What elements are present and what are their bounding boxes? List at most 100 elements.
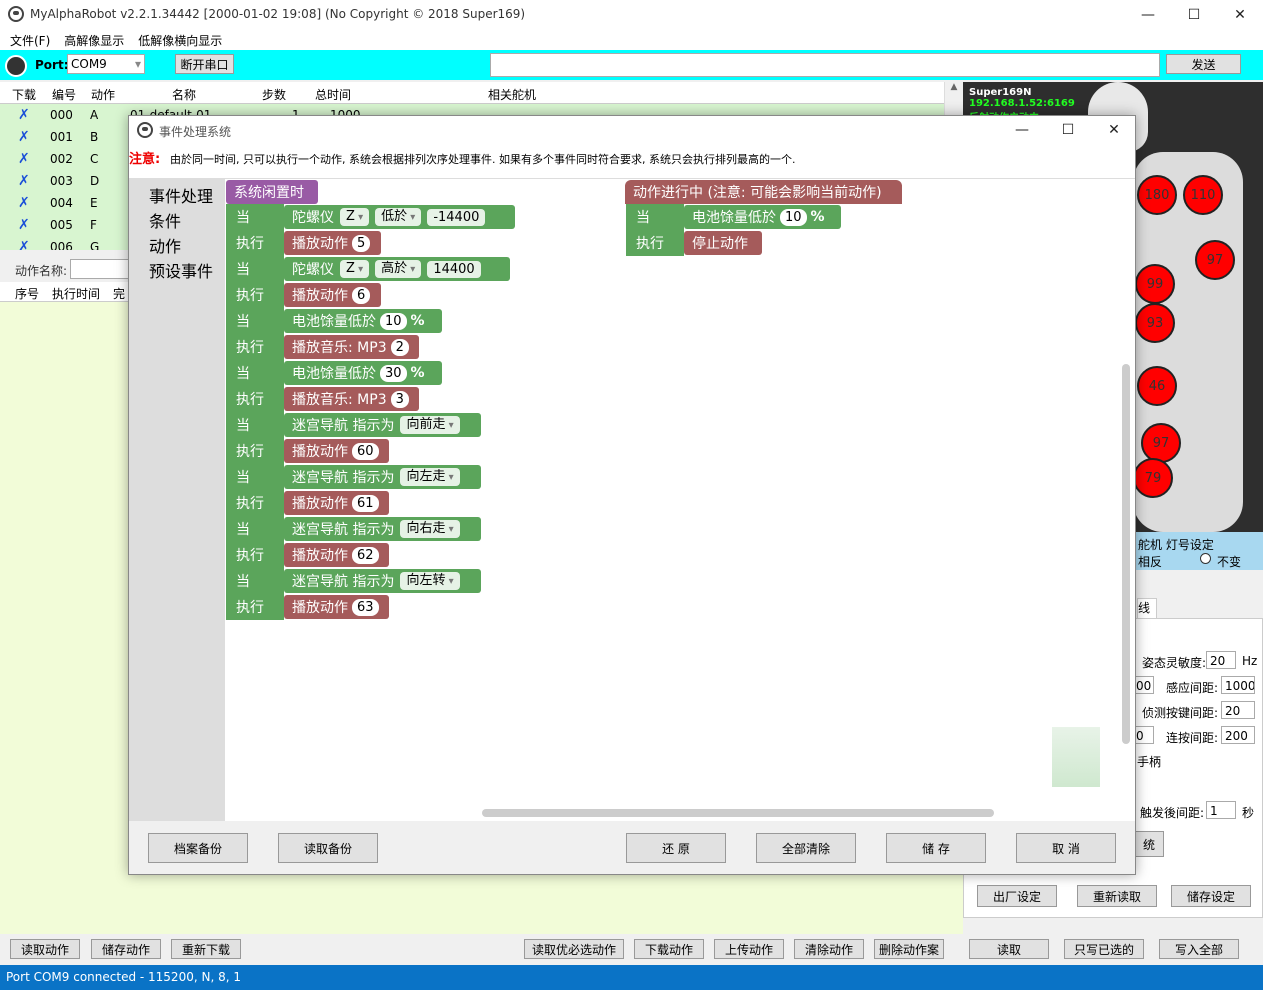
redownload-button[interactable]: 重新下载 bbox=[171, 939, 241, 959]
action-name-input[interactable] bbox=[70, 259, 130, 279]
block-workspace[interactable]: 事件处理 条件 动作 预设事件 系统闲置时 当 陀螺仪Z低於-14400 执行 … bbox=[129, 178, 1135, 822]
idle-event-block[interactable]: 系统闲置时 bbox=[226, 180, 318, 204]
battery-value-field[interactable]: 10 bbox=[780, 208, 807, 226]
download-mark-icon[interactable]: ✗ bbox=[18, 195, 30, 211]
direction-dropdown[interactable]: 向前走 bbox=[400, 416, 460, 434]
tab-lines[interactable]: 线 bbox=[1137, 598, 1157, 618]
battery-value-field[interactable]: 30 bbox=[380, 364, 407, 382]
music-number-field[interactable]: 3 bbox=[390, 390, 409, 408]
cancel-button[interactable]: 取 消 bbox=[1016, 833, 1116, 863]
play-music-block[interactable]: 播放音乐: MP3 2 bbox=[284, 335, 419, 359]
command-input[interactable] bbox=[490, 53, 1160, 77]
write-all-button[interactable]: 写入全部 bbox=[1159, 939, 1239, 959]
write-selected-button[interactable]: 只写已选的 bbox=[1064, 939, 1144, 959]
download-action-button[interactable]: 下载动作 bbox=[634, 939, 704, 959]
maze-condition-block[interactable]: 迷宫导航 指示为 向左走 bbox=[284, 465, 481, 489]
value-field[interactable]: 14400 bbox=[427, 260, 481, 278]
servo-button[interactable]: 46 bbox=[1137, 366, 1177, 406]
key-interval-input[interactable]: 20 bbox=[1221, 701, 1255, 719]
save-button[interactable]: 储 存 bbox=[886, 833, 986, 863]
action-number-field[interactable]: 60 bbox=[352, 442, 379, 460]
servo-button[interactable]: 79 bbox=[1133, 458, 1173, 498]
maze-condition-block[interactable]: 迷宫导航 指示为 向左转 bbox=[284, 569, 481, 593]
value-field[interactable]: -14400 bbox=[427, 208, 486, 226]
servo-button[interactable]: 99 bbox=[1135, 264, 1175, 304]
play-action-block[interactable]: 播放动作 61 bbox=[284, 491, 389, 515]
download-mark-icon[interactable]: ✗ bbox=[18, 217, 30, 233]
category-event[interactable]: 事件处理 bbox=[149, 183, 213, 207]
category-condition[interactable]: 条件 bbox=[149, 208, 181, 232]
servo-button[interactable]: 97 bbox=[1141, 423, 1181, 463]
music-number-field[interactable]: 2 bbox=[390, 338, 409, 356]
battery-condition-block[interactable]: 电池馀量低於 10% bbox=[284, 309, 442, 333]
gyro-condition-block[interactable]: 陀螺仪Z低於-14400 bbox=[284, 205, 515, 229]
action-number-field[interactable]: 62 bbox=[352, 546, 379, 564]
sensitivity-input[interactable]: 20 bbox=[1206, 651, 1236, 669]
gyro-condition-block[interactable]: 陀螺仪Z高於14400 bbox=[284, 257, 510, 281]
download-mark-icon[interactable]: ✗ bbox=[18, 129, 30, 145]
menu-hires[interactable]: 高解像显示 bbox=[64, 32, 124, 49]
running-event-block[interactable]: 动作进行中 (注意: 可能会影响当前动作) bbox=[625, 180, 902, 204]
direction-dropdown[interactable]: 向右走 bbox=[400, 520, 460, 538]
trigger-input[interactable]: 1 bbox=[1206, 801, 1236, 819]
download-mark-icon[interactable]: ✗ bbox=[18, 151, 30, 167]
port-select[interactable]: COM9 ▾ bbox=[67, 54, 145, 74]
play-music-block[interactable]: 播放音乐: MP3 3 bbox=[284, 387, 419, 411]
maze-condition-block[interactable]: 迷宫导航 指示为 向右走 bbox=[284, 517, 481, 541]
factory-button[interactable]: 出厂设定 bbox=[977, 885, 1057, 907]
dialog-maximize-icon[interactable]: ☐ bbox=[1045, 116, 1091, 144]
compare-dropdown[interactable]: 高於 bbox=[375, 260, 422, 278]
trash-icon[interactable] bbox=[1052, 727, 1100, 787]
play-action-block[interactable]: 播放动作 60 bbox=[284, 439, 389, 463]
compare-dropdown[interactable]: 低於 bbox=[375, 208, 422, 226]
minimize-icon[interactable]: — bbox=[1125, 0, 1171, 30]
play-action-block[interactable]: 播放动作 5 bbox=[284, 231, 381, 255]
play-action-block[interactable]: 播放动作 63 bbox=[284, 595, 389, 619]
download-mark-icon[interactable]: ✗ bbox=[18, 107, 30, 123]
action-number-field[interactable]: 5 bbox=[352, 234, 371, 252]
read-button[interactable]: 读取 bbox=[969, 939, 1049, 959]
workspace-vscroll[interactable] bbox=[1122, 364, 1130, 744]
servo-button[interactable]: 97 bbox=[1195, 240, 1235, 280]
interval-input[interactable]: 1000 bbox=[1221, 676, 1255, 694]
menu-lores[interactable]: 低解像横向显示 bbox=[138, 32, 222, 49]
menu-file[interactable]: 文件(F) bbox=[10, 32, 50, 49]
delete-action-button[interactable]: 删除动作案 bbox=[874, 939, 944, 959]
read-action-button[interactable]: 读取动作 bbox=[10, 939, 80, 959]
direction-dropdown[interactable]: 向左转 bbox=[400, 572, 460, 590]
maze-condition-block[interactable]: 迷宫导航 指示为 向前走 bbox=[284, 413, 481, 437]
download-mark-icon[interactable]: ✗ bbox=[18, 239, 30, 250]
clear-all-button[interactable]: 全部清除 bbox=[756, 833, 856, 863]
direction-dropdown[interactable]: 向左走 bbox=[400, 468, 460, 486]
axis-dropdown[interactable]: Z bbox=[340, 208, 370, 226]
workspace-hscroll[interactable] bbox=[482, 809, 994, 817]
maximize-icon[interactable]: ☐ bbox=[1171, 0, 1217, 30]
servo-button[interactable]: 110 bbox=[1183, 175, 1223, 215]
close-icon[interactable]: ✕ bbox=[1217, 0, 1263, 30]
dialog-close-icon[interactable]: ✕ bbox=[1091, 116, 1137, 144]
download-mark-icon[interactable]: ✗ bbox=[18, 173, 30, 189]
servo-button[interactable]: 93 bbox=[1135, 303, 1175, 343]
save-action-button[interactable]: 储存动作 bbox=[91, 939, 161, 959]
category-preset[interactable]: 预设事件 bbox=[149, 258, 213, 282]
system-button[interactable]: 统 bbox=[1134, 831, 1164, 857]
battery-value-field[interactable]: 10 bbox=[380, 312, 407, 330]
send-button[interactable]: 发送 bbox=[1166, 54, 1241, 74]
servo-button[interactable]: 180 bbox=[1137, 175, 1177, 215]
play-action-block[interactable]: 播放动作 62 bbox=[284, 543, 389, 567]
restore-button[interactable]: 还 原 bbox=[626, 833, 726, 863]
action-number-field[interactable]: 61 bbox=[352, 494, 379, 512]
action-number-field[interactable]: 63 bbox=[352, 598, 379, 616]
read-ubtech-button[interactable]: 读取优必选动作 bbox=[524, 939, 624, 959]
category-action[interactable]: 动作 bbox=[149, 233, 181, 257]
battery-condition-block[interactable]: 电池馀量低於 30% bbox=[284, 361, 442, 385]
unchanged-radio[interactable] bbox=[1200, 553, 1211, 564]
play-action-block[interactable]: 播放动作 6 bbox=[284, 283, 381, 307]
disconnect-button[interactable]: 断开串口 bbox=[175, 54, 234, 74]
clear-action-button[interactable]: 清除动作 bbox=[794, 939, 864, 959]
read-backup-button[interactable]: 读取备份 bbox=[278, 833, 378, 863]
action-number-field[interactable]: 6 bbox=[352, 286, 371, 304]
reread-button[interactable]: 重新读取 bbox=[1077, 885, 1157, 907]
axis-dropdown[interactable]: Z bbox=[340, 260, 370, 278]
repeat-input[interactable]: 200 bbox=[1221, 726, 1255, 744]
